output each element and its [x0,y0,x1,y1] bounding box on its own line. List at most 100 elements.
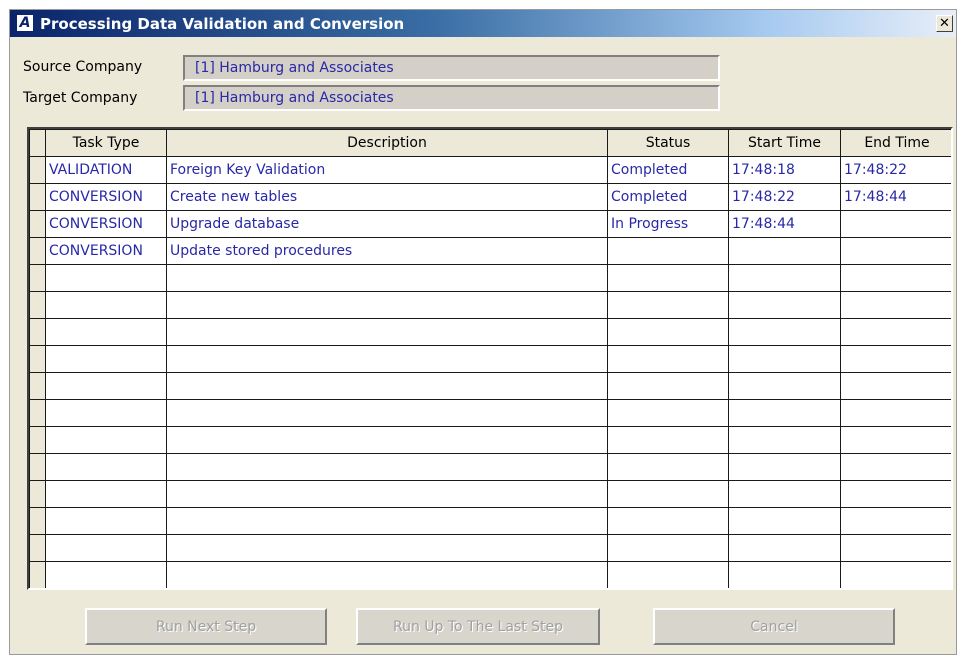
row-selector[interactable] [29,264,46,292]
status-cell [607,534,729,562]
table-row[interactable] [29,507,951,535]
row-selector[interactable] [29,156,46,184]
status-cell [607,561,729,588]
start-time-cell: 17:48:44 [728,210,841,238]
row-selector[interactable] [29,561,46,588]
task-type-cell: CONVERSION [45,183,167,211]
table-header-row: Task Type Description Status Start Time … [29,129,951,157]
start-time-cell [728,534,841,562]
row-selector[interactable] [29,534,46,562]
table-row[interactable]: VALIDATION Foreign Key Validation Complete… [29,156,951,184]
start-time-cell: 17:48:22 [728,183,841,211]
task-type-cell [45,453,167,481]
row-selector[interactable] [29,372,46,400]
row-selector[interactable] [29,453,46,481]
task-type-cell [45,507,167,535]
column-header-end-time[interactable]: End Time [840,129,951,157]
table-row[interactable] [29,453,951,481]
column-header-description[interactable]: Description [166,129,608,157]
table-row[interactable]: CONVERSION Upgrade database In Progress 17:… [29,210,951,238]
status-cell [607,453,729,481]
end-time-cell [840,507,951,535]
table-row[interactable]: CONVERSION Create new tables Completed 17:4… [29,183,951,211]
start-time-cell: 17:48:18 [728,156,841,184]
table-row[interactable] [29,480,951,508]
target-company-label: Target Company [23,90,138,106]
cancel-button[interactable]: Cancel [653,608,895,645]
status-cell [607,291,729,319]
table-row[interactable] [29,399,951,427]
status-cell: In Progress [607,210,729,238]
app-logo-letter: A [19,15,31,31]
row-selector[interactable] [29,507,46,535]
description-cell [166,264,608,292]
description-cell: Upgrade database [166,210,608,238]
end-time-cell [840,345,951,373]
end-time-cell [840,237,951,265]
start-time-cell [728,237,841,265]
status-cell [607,345,729,373]
task-type-cell [45,291,167,319]
table-row[interactable] [29,561,951,588]
description-cell [166,291,608,319]
task-table: Task Type Description Status Start Time … [29,129,951,588]
task-type-cell: CONVERSION [45,237,167,265]
task-type-cell [45,372,167,400]
start-time-cell [728,399,841,427]
row-selector[interactable] [29,291,46,319]
row-selector[interactable] [29,399,46,427]
app-logo-icon: A [16,14,34,32]
status-cell: Completed [607,183,729,211]
task-type-cell [45,426,167,454]
table-row[interactable] [29,345,951,373]
task-type-cell [45,480,167,508]
table-row[interactable] [29,264,951,292]
table-row[interactable]: CONVERSION Update stored procedures [29,237,951,265]
table-row[interactable] [29,426,951,454]
row-selector[interactable] [29,183,46,211]
run-next-step-button[interactable]: Run Next Step [85,608,327,645]
description-cell [166,399,608,427]
dialog-window: A Processing Data Validation and Convers… [9,9,957,655]
table-row[interactable] [29,534,951,562]
row-selector[interactable] [29,318,46,346]
row-selector[interactable] [29,345,46,373]
close-button[interactable]: ✕ [936,15,953,32]
row-selector[interactable] [29,426,46,454]
description-cell [166,561,608,588]
start-time-cell [728,561,841,588]
status-cell [607,264,729,292]
window-title: Processing Data Validation and Conversio… [40,15,405,33]
row-selector[interactable] [29,480,46,508]
description-cell [166,426,608,454]
source-company-label: Source Company [23,59,143,75]
task-grid[interactable]: Task Type Description Status Start Time … [27,127,953,590]
table-row[interactable] [29,291,951,319]
description-cell [166,318,608,346]
task-type-cell [45,264,167,292]
end-time-cell [840,318,951,346]
end-time-cell [840,399,951,427]
task-type-cell: CONVERSION [45,210,167,238]
end-time-cell [840,480,951,508]
row-selector[interactable] [29,210,46,238]
description-cell [166,345,608,373]
table-row[interactable] [29,372,951,400]
title-bar[interactable]: A Processing Data Validation and Convers… [10,10,956,37]
column-header-status[interactable]: Status [607,129,729,157]
task-type-cell [45,318,167,346]
table-row[interactable] [29,318,951,346]
column-header-task-type[interactable]: Task Type [45,129,167,157]
close-icon: ✕ [939,16,950,31]
row-selector[interactable] [29,237,46,265]
status-cell [607,237,729,265]
end-time-cell [840,453,951,481]
end-time-cell [840,561,951,588]
run-to-last-step-button[interactable]: Run Up To The Last Step [356,608,600,645]
end-time-cell [840,291,951,319]
end-time-cell: 17:48:44 [840,183,951,211]
source-company-field: [1] Hamburg and Associates [183,55,720,81]
start-time-cell [728,507,841,535]
column-header-start-time[interactable]: Start Time [728,129,841,157]
status-cell [607,480,729,508]
